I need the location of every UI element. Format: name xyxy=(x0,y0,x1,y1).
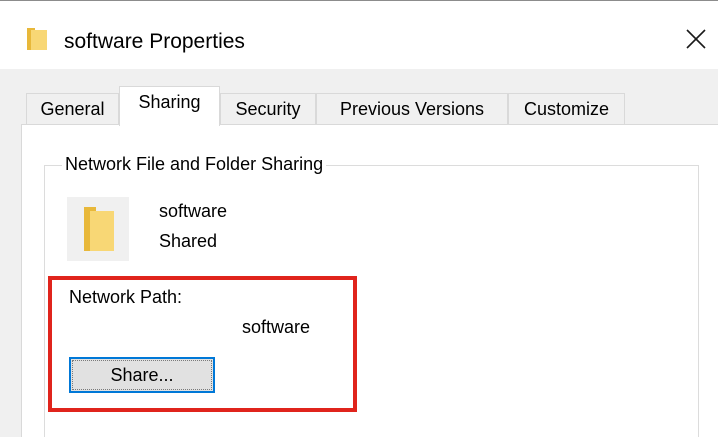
folder-icon xyxy=(27,28,47,50)
network-path-label: Network Path: xyxy=(69,287,183,307)
folder-name: software xyxy=(159,201,228,221)
title-bar[interactable]: software Properties xyxy=(0,1,718,69)
share-status: Shared xyxy=(159,231,218,251)
tab-customize[interactable]: Customize xyxy=(508,93,625,124)
properties-dialog: software Properties General Sharing Secu… xyxy=(0,0,718,437)
tab-previous-versions[interactable]: Previous Versions xyxy=(316,93,508,124)
folder-icon xyxy=(84,207,114,256)
share-button[interactable]: Share... xyxy=(69,357,215,393)
close-button[interactable] xyxy=(678,23,714,59)
tab-sharing[interactable]: Sharing xyxy=(119,86,220,126)
group-title: Network File and Folder Sharing xyxy=(62,152,327,176)
close-icon xyxy=(685,28,707,55)
sharing-tab-panel: Network File and Folder Sharing software… xyxy=(21,124,718,437)
tab-security[interactable]: Security xyxy=(220,93,316,124)
tab-general[interactable]: General xyxy=(26,93,119,124)
shared-folder-icon-box xyxy=(67,197,129,261)
network-path-value: software xyxy=(242,317,311,337)
window-title: software Properties xyxy=(64,30,245,53)
